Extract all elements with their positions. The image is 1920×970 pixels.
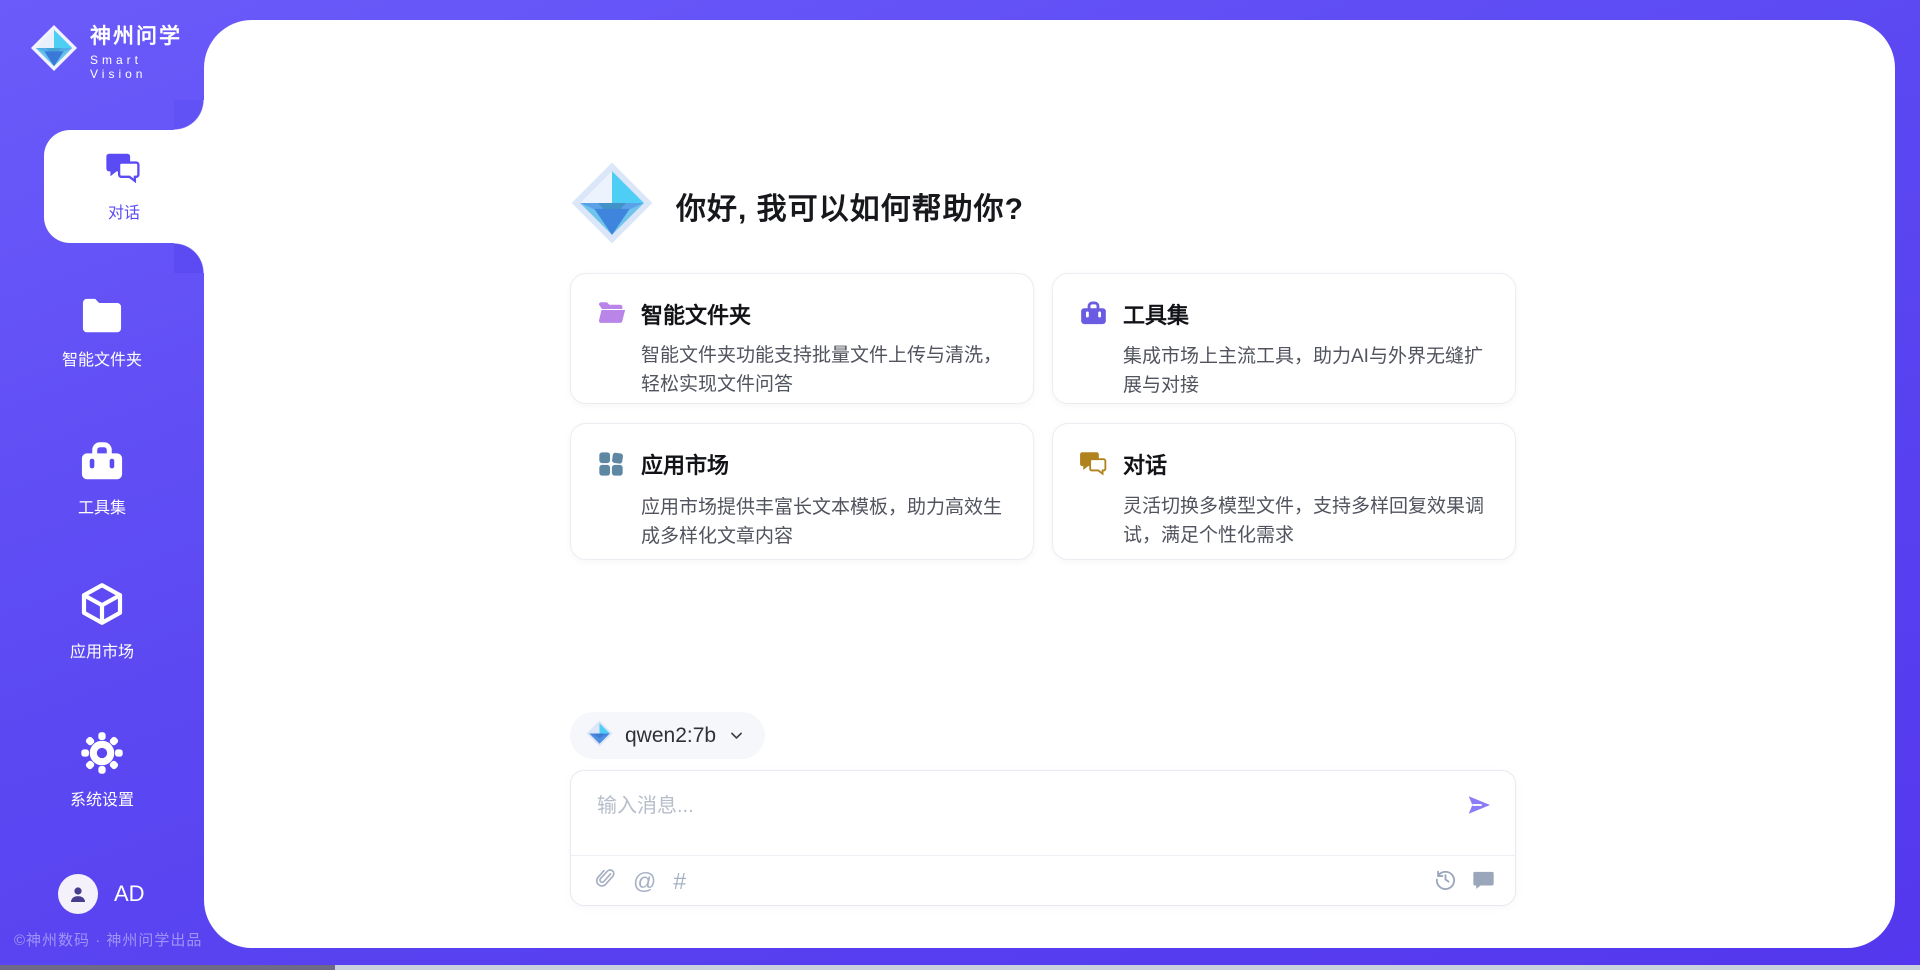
card-description: 应用市场提供丰富长文本模板，助力高效生成多样化文章内容 (641, 493, 1009, 559)
card-toolbox[interactable]: 工具集 集成市场上主流工具，助力AI与外界无缝扩展与对接 (1052, 273, 1516, 404)
assistant-logo-icon (570, 161, 654, 250)
chevron-down-icon (728, 727, 745, 744)
scrollbar-thumb[interactable] (0, 965, 335, 970)
folder-icon (0, 296, 204, 336)
brand-name: 神州问学 (90, 20, 204, 50)
folder-open-icon (597, 298, 641, 331)
attachment-icon[interactable] (595, 867, 616, 896)
sidebar-item-label: 系统设置 (0, 786, 204, 810)
user-name: AD (114, 881, 145, 907)
chat-bubble-icon[interactable] (1472, 868, 1495, 896)
horizontal-scrollbar[interactable] (0, 965, 1920, 970)
chat-icon (105, 151, 143, 190)
model-name: qwen2:7b (625, 724, 716, 748)
card-chat[interactable]: 对话 灵活切换多模型文件，支持多样回复效果调试，满足个性化需求 (1052, 423, 1516, 560)
avatar (58, 874, 98, 914)
card-description: 集成市场上主流工具，助力AI与外界无缝扩展与对接 (1123, 342, 1491, 403)
sidebar-item-folders[interactable]: 智能文件夹 (0, 296, 204, 370)
card-description: 智能文件夹功能支持批量文件上传与清洗，轻松实现文件问答 (641, 341, 1009, 403)
sidebar-item-marketplace[interactable]: 应用市场 (0, 580, 204, 662)
greeting: 你好, 我可以如何帮助你? (570, 161, 1024, 250)
send-icon[interactable] (1465, 791, 1493, 819)
model-logo-icon (586, 720, 613, 752)
sidebar: 神州问学 Smart Vision 对话 智能文件夹 (0, 0, 204, 970)
brand-logo-icon (30, 24, 78, 77)
composer: @ # (570, 770, 1516, 906)
greeting-title: 你好, 我可以如何帮助你? (676, 184, 1024, 228)
history-icon[interactable] (1434, 868, 1457, 896)
main-panel: 你好, 我可以如何帮助你? 智能文件夹 智能文件夹功能支持批量文件上传与清洗，轻… (204, 20, 1895, 948)
card-smart-folder[interactable]: 智能文件夹 智能文件夹功能支持批量文件上传与清洗，轻松实现文件问答 (570, 273, 1034, 404)
card-title: 对话 (1123, 448, 1491, 482)
sidebar-item-settings[interactable]: 系统设置 (0, 730, 204, 810)
model-selector[interactable]: qwen2:7b (570, 712, 765, 759)
sidebar-item-label: 智能文件夹 (0, 346, 204, 370)
tab-curve-top (174, 100, 204, 130)
gear-icon (0, 730, 204, 776)
card-title: 工具集 (1123, 298, 1491, 332)
cube-icon (0, 580, 204, 628)
card-description: 灵活切换多模型文件，支持多样回复效果调试，满足个性化需求 (1123, 492, 1491, 559)
message-input[interactable] (597, 789, 1397, 849)
app-grid-icon (597, 448, 641, 483)
card-title: 应用市场 (641, 448, 1009, 483)
sidebar-item-label: 应用市场 (0, 638, 204, 662)
sidebar-item-label: 工具集 (0, 494, 204, 518)
toolbox-icon (0, 440, 204, 484)
hashtag-icon[interactable]: # (673, 870, 686, 893)
card-app-marketplace[interactable]: 应用市场 应用市场提供丰富长文本模板，助力高效生成多样化文章内容 (570, 423, 1034, 560)
copyright-text: ©神州数码 · 神州问学出品 (14, 929, 202, 950)
tab-curve-bottom (174, 243, 204, 273)
mention-icon[interactable]: @ (633, 870, 656, 893)
feature-cards: 智能文件夹 智能文件夹功能支持批量文件上传与清洗，轻松实现文件问答 工具集 集成… (570, 273, 1516, 560)
user-account[interactable]: AD (58, 874, 145, 914)
composer-divider (571, 855, 1515, 856)
sidebar-item-chat[interactable]: 对话 (44, 130, 204, 243)
brand: 神州问学 Smart Vision (30, 20, 204, 81)
toolbox-icon (1079, 298, 1123, 332)
sidebar-item-toolbox[interactable]: 工具集 (0, 440, 204, 518)
brand-subtitle: Smart Vision (90, 53, 204, 81)
card-title: 智能文件夹 (641, 298, 1009, 331)
sidebar-item-label: 对话 (108, 199, 140, 223)
chat-icon (1079, 448, 1123, 482)
